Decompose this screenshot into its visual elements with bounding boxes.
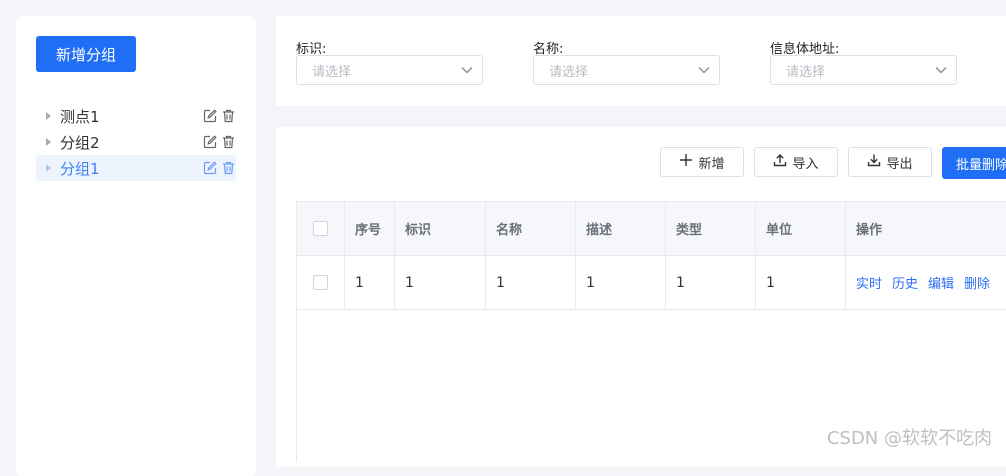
column-header: 类型 [666, 202, 756, 255]
delete-icon[interactable] [220, 108, 236, 124]
select-placeholder: 请选择 [549, 64, 589, 80]
column-header: 序号 [345, 202, 395, 255]
table-cell: 1 [345, 256, 395, 309]
edit-icon[interactable] [202, 108, 218, 124]
select-placeholder: 请选择 [312, 64, 352, 80]
data-table: 序号 标识 名称 描述 类型 单位 操作 1 1 1 1 1 1 实时 历史 编… [296, 201, 1006, 462]
add-group-button[interactable]: 新增分组 [36, 36, 136, 72]
header-checkbox-cell [297, 202, 345, 255]
select-placeholder: 请选择 [786, 64, 826, 80]
group-panel: 新增分组 测点1 分组2 分组1 [16, 16, 256, 476]
table-cell: 1 [576, 256, 666, 309]
chevron-down-icon [452, 55, 482, 85]
caret-right-icon[interactable] [46, 164, 51, 172]
caret-right-icon[interactable] [46, 112, 51, 120]
delete-icon[interactable] [220, 160, 236, 176]
chevron-down-icon [926, 55, 956, 85]
filter-select-id[interactable]: 请选择 [296, 55, 483, 85]
export-button[interactable]: 导出 [848, 147, 932, 177]
import-button[interactable]: 导入 [754, 147, 838, 177]
add-button[interactable]: 新增 [660, 147, 744, 177]
edit-icon[interactable] [202, 160, 218, 176]
actions-cell: 实时 历史 编辑 删除 [846, 256, 1006, 309]
table-header-row: 序号 标识 名称 描述 类型 单位 操作 [297, 202, 1006, 256]
watermark: CSDN @软软不吃肉 [826, 428, 992, 449]
column-header: 单位 [756, 202, 846, 255]
filter-bar: 标识: 请选择 名称: 请选择 信息体地址: 请选择 [276, 16, 1006, 106]
tree-item[interactable]: 分组2 [36, 129, 236, 155]
table-cell: 1 [486, 256, 576, 309]
download-icon [867, 153, 881, 171]
edit-link[interactable]: 编辑 [928, 273, 954, 292]
add-button-label: 新增 [698, 156, 725, 172]
column-header: 名称 [486, 202, 576, 255]
column-header: 标识 [395, 202, 486, 255]
history-link[interactable]: 历史 [892, 273, 918, 292]
delete-icon[interactable] [220, 134, 236, 150]
table-cell: 1 [756, 256, 846, 309]
table-row: 1 1 1 1 1 1 实时 历史 编辑 删除 [297, 256, 1006, 310]
tree-item[interactable]: 测点1 [36, 103, 236, 129]
tree-item-label: 测点1 [60, 107, 100, 126]
import-button-label: 导入 [792, 156, 819, 172]
chevron-down-icon [689, 55, 719, 85]
caret-right-icon[interactable] [46, 138, 51, 146]
realtime-link[interactable]: 实时 [856, 273, 882, 292]
column-header: 描述 [576, 202, 666, 255]
select-all-checkbox[interactable] [313, 221, 328, 236]
table-cell: 1 [666, 256, 756, 309]
content-panel: 新增 导入 导出 批量删除 序号 标识 名称 描述 类型 单位 操作 1 1 1… [276, 127, 1006, 467]
table-cell: 1 [395, 256, 486, 309]
column-header: 操作 [856, 223, 883, 238]
batch-delete-button[interactable]: 批量删除 [942, 147, 1006, 179]
delete-link[interactable]: 删除 [964, 273, 990, 292]
tree-item-selected[interactable]: 分组1 [36, 155, 236, 181]
row-checkbox[interactable] [313, 275, 328, 290]
row-checkbox-cell [297, 256, 345, 309]
edit-icon[interactable] [202, 134, 218, 150]
filter-select-name[interactable]: 请选择 [533, 55, 720, 85]
export-button-label: 导出 [886, 156, 913, 172]
filter-select-address[interactable]: 请选择 [770, 55, 957, 85]
plus-icon [679, 153, 693, 171]
tree-item-label: 分组2 [60, 133, 100, 152]
upload-icon [773, 153, 787, 171]
tree-item-label: 分组1 [60, 159, 100, 178]
